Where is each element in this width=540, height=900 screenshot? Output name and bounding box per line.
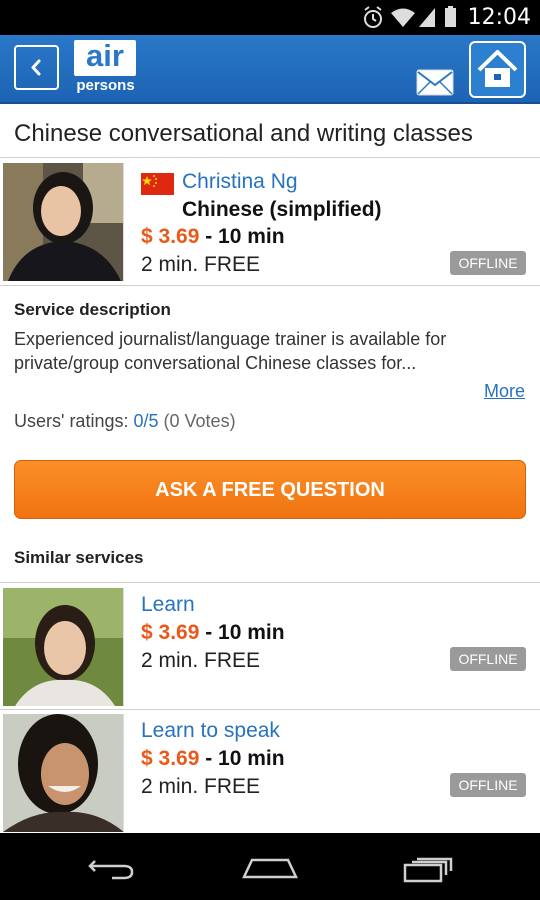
service-photo — [3, 588, 124, 706]
wifi-icon — [391, 8, 415, 27]
status-badge: OFFLINE — [450, 251, 526, 275]
service-title[interactable]: Learn — [141, 593, 195, 617]
expert-photo — [3, 163, 124, 281]
expert-name[interactable]: Christina Ng — [182, 170, 298, 194]
price: $ 3.69 — [141, 621, 200, 644]
screen: { "status_bar": { "time": "12:04", "icon… — [0, 0, 540, 900]
price-line: $ 3.69 - 10 min — [141, 225, 285, 249]
logo-persons: persons — [76, 77, 135, 94]
back-arrow-icon — [31, 59, 41, 76]
description-text: Experienced journalist/language trainer … — [14, 329, 447, 373]
nav-back-icon[interactable] — [88, 860, 134, 880]
divider — [0, 582, 540, 583]
ratings-votes: (0 Votes) — [163, 411, 236, 431]
free-minutes: 2 min. FREE — [141, 649, 261, 672]
status-icons — [364, 6, 456, 28]
home-icon — [477, 50, 518, 87]
mail-button[interactable] — [416, 69, 454, 96]
duration: - 10 min — [205, 225, 285, 248]
divider — [0, 285, 540, 286]
nav-recents-icon[interactable] — [403, 857, 453, 883]
app-header: air persons — [0, 35, 540, 104]
status-badge: OFFLINE — [450, 647, 526, 671]
page-title: Chinese conversational and writing class… — [14, 120, 473, 147]
similar-services-label: Similar services — [14, 548, 144, 567]
service-title[interactable]: Learn to speak — [141, 719, 280, 743]
ask-free-question-button[interactable]: ASK A FREE QUESTION — [14, 460, 526, 519]
expert-language: Chinese (simplified) — [182, 198, 382, 221]
price: $ 3.69 — [141, 225, 200, 248]
app-logo: air persons — [72, 40, 139, 100]
divider — [0, 157, 540, 158]
ratings-label: Users' ratings: — [14, 411, 129, 431]
clock: 12:04 — [467, 5, 531, 30]
back-button[interactable] — [14, 45, 59, 90]
price-line: $ 3.69 - 10 min — [141, 747, 285, 771]
signal-icon — [419, 8, 435, 27]
ratings: Users' ratings: 0/5 (0 Votes) — [14, 411, 236, 432]
similar-service-item[interactable]: Learn to speak $ 3.69 - 10 min 2 min. FR… — [0, 711, 540, 835]
price: $ 3.69 — [141, 747, 200, 770]
status-badge: OFFLINE — [450, 773, 526, 797]
system-nav-bar — [0, 833, 540, 900]
description-label: Service description — [14, 300, 171, 319]
china-flag-icon — [141, 173, 174, 195]
free-minutes: 2 min. FREE — [141, 775, 261, 798]
free-minutes: 2 min. FREE — [141, 253, 261, 276]
battery-icon — [445, 6, 456, 27]
home-button[interactable] — [469, 41, 526, 98]
expert-card[interactable]: Christina Ng Chinese (simplified) $ 3.69… — [0, 160, 540, 284]
duration: - 10 min — [205, 621, 285, 644]
status-bar: 12:04 — [0, 0, 540, 35]
nav-home-icon[interactable] — [242, 858, 298, 879]
similar-service-item[interactable]: Learn $ 3.69 - 10 min 2 min. FREE OFFLIN… — [0, 585, 540, 709]
divider — [0, 709, 540, 710]
mail-icon — [416, 69, 454, 96]
price-line: $ 3.69 - 10 min — [141, 621, 285, 645]
duration: - 10 min — [205, 747, 285, 770]
more-link[interactable]: More — [484, 381, 525, 402]
alarm-icon — [364, 6, 382, 28]
ratings-score: 0/5 — [133, 411, 159, 431]
logo-air: air — [74, 40, 136, 76]
service-photo — [3, 714, 124, 832]
